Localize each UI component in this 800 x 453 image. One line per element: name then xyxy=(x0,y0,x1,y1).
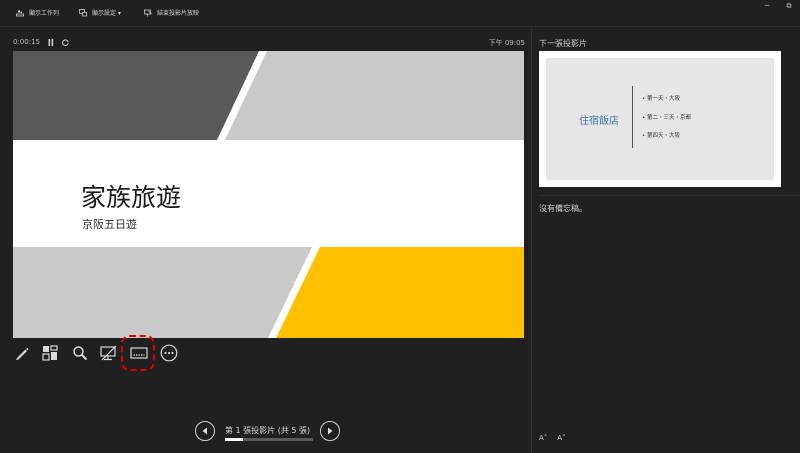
black-screen-icon xyxy=(100,345,117,361)
next-slide-preview[interactable]: 住宿飯店 • 第一天・大阪 • 第二・三天・京都 • 第四天・大阪 xyxy=(539,51,781,187)
more-options-icon xyxy=(160,344,178,362)
next-slide-title: 住宿飯店 xyxy=(579,116,619,127)
arrow-right-icon xyxy=(328,427,333,435)
display-settings-icon xyxy=(79,8,87,16)
list-item: • 第二・三天・京都 xyxy=(642,114,691,121)
zoom-button[interactable] xyxy=(71,344,89,362)
slide-progress-fill xyxy=(225,438,243,441)
arrow-left-icon xyxy=(202,427,207,435)
panel-divider[interactable] xyxy=(531,27,532,453)
slide-title: 家族旅遊 xyxy=(81,183,182,212)
light-gray-band-top xyxy=(225,51,524,140)
show-taskbar-button[interactable]: 顯示工作列 xyxy=(16,8,59,17)
magnifier-icon xyxy=(73,346,88,361)
speaker-notes[interactable]: 沒有備忘稿。 xyxy=(539,203,587,214)
list-item: • 第四天・大阪 xyxy=(642,133,680,139)
taskbar-icon xyxy=(16,10,24,16)
pause-icon[interactable] xyxy=(48,39,54,46)
yellow-band xyxy=(276,247,524,338)
slide-navigation: 第 1 張投影片 (共 5 張) xyxy=(195,421,343,441)
next-slide-canvas: 住宿飯店 • 第一天・大阪 • 第二・三天・京都 • 第四天・大阪 xyxy=(546,58,774,180)
pen-tool-button[interactable] xyxy=(13,344,31,362)
top-toolbar: 顯示工作列 顯示設定 ▾ 結束投影片放映 ─ ⧉ xyxy=(0,0,800,26)
current-time: 下午 09:05 xyxy=(488,39,525,47)
slide-subtitle: 京阪五日遊 xyxy=(82,218,137,231)
timer-row: 0:00:15 下午 09:05 xyxy=(13,38,525,48)
end-slideshow-button[interactable]: 結束投影片放映 xyxy=(144,8,199,17)
display-settings-button[interactable]: 顯示設定 ▾ xyxy=(79,8,121,17)
show-taskbar-label: 顯示工作列 xyxy=(29,10,60,17)
slide-progress-bar xyxy=(225,438,313,441)
next-slide-bullets: • 第一天・大阪 • 第二・三天・京都 • 第四天・大阪 xyxy=(642,94,691,150)
restart-timer-icon[interactable] xyxy=(62,39,69,46)
grid-icon xyxy=(42,345,58,361)
elapsed-timer: 0:00:15 xyxy=(13,38,40,46)
current-slide[interactable]: 家族旅遊 京阪五日遊 xyxy=(13,51,524,338)
dark-gray-band xyxy=(13,51,259,140)
annotation-highlight xyxy=(121,335,155,371)
slide-counter: 第 1 張投影片 (共 5 張) xyxy=(225,426,311,435)
next-slide-button[interactable] xyxy=(320,421,340,441)
end-slideshow-label: 結束投影片放映 xyxy=(157,10,200,17)
black-screen-button[interactable] xyxy=(100,344,118,362)
notes-divider[interactable] xyxy=(539,195,800,196)
pen-icon xyxy=(16,347,29,360)
light-gray-band-bottom xyxy=(13,247,312,338)
minimize-button[interactable]: ─ xyxy=(756,0,778,12)
see-all-slides-button[interactable] xyxy=(41,344,59,362)
toolbar-divider xyxy=(0,26,800,27)
restore-button[interactable]: ⧉ xyxy=(778,0,800,12)
next-slide-divider xyxy=(632,86,633,148)
font-size-controls: A˄ A˅ xyxy=(539,434,566,442)
window-controls: ─ ⧉ xyxy=(756,0,800,12)
previous-slide-button[interactable] xyxy=(195,421,215,441)
increase-font-button[interactable]: A˄ xyxy=(539,434,547,442)
display-settings-label: 顯示設定 ▾ xyxy=(92,10,121,17)
list-item: • 第一天・大阪 xyxy=(642,96,680,102)
end-slideshow-icon xyxy=(144,9,152,16)
more-options-button[interactable] xyxy=(160,344,178,362)
decrease-font-button[interactable]: A˅ xyxy=(557,434,565,442)
next-slide-label: 下一張投影片 xyxy=(539,39,587,48)
